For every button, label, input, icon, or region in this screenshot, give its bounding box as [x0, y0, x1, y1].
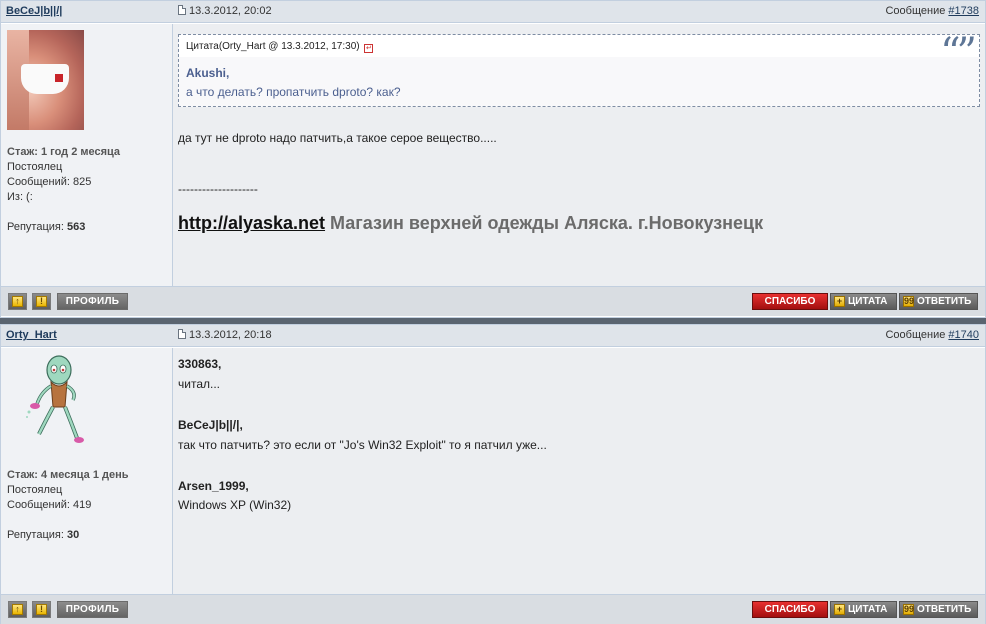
- arrow-up-icon: ↑: [12, 296, 23, 307]
- user-reputation: Репутация: 563: [7, 220, 120, 235]
- post-footer: ↑ ! ПРОФИЛЬ СПАСИБО + ЦИТАТА 99 ОТВЕТИТЬ: [1, 286, 985, 316]
- post-footer: ↑ ! ПРОФИЛЬ СПАСИБО + ЦИТАТА 99 ОТВЕТИТЬ: [1, 594, 985, 624]
- reputation-value: 30: [66, 529, 80, 541]
- mention[interactable]: 330863,: [178, 357, 221, 371]
- reply-button-label: ОТВЕТИТЬ: [917, 296, 972, 307]
- signature: http://alyaska.net Магазин верхней одежд…: [178, 213, 763, 234]
- profile-button[interactable]: ПРОФИЛЬ: [57, 293, 128, 310]
- post-header: Orty_Hart 13.3.2012, 20:18 Сообщение #17…: [1, 325, 985, 347]
- post-date-text: 13.3.2012, 20:02: [189, 5, 272, 17]
- quote-block: Цитата(Orty_Hart @ 13.3.2012, 17:30) ↵ “…: [178, 30, 980, 107]
- user-info: Стаж: 4 месяца 1 день Постоялец Сообщени…: [7, 468, 129, 543]
- user-tenure: Стаж: 1 год 2 месяца: [7, 146, 121, 158]
- post-number-label: Сообщение: [885, 5, 949, 17]
- exclamation-icon: !: [36, 296, 47, 307]
- author-name[interactable]: Orty_Hart: [6, 329, 57, 341]
- mention[interactable]: Arsen_1999,: [178, 479, 249, 493]
- document-icon: [178, 5, 186, 15]
- plus-icon: +: [834, 296, 845, 307]
- quote-back-icon[interactable]: ↵: [364, 44, 374, 53]
- post-number: Сообщение #1740: [885, 329, 979, 341]
- quote-button[interactable]: + ЦИТАТА: [830, 293, 897, 310]
- reply-button-label: ОТВЕТИТЬ: [917, 604, 972, 615]
- reply-button[interactable]: 99 ОТВЕТИТЬ: [899, 601, 978, 618]
- post-1740: Orty_Hart 13.3.2012, 20:18 Сообщение #17…: [0, 324, 986, 624]
- author-name[interactable]: BeCeJ|b||/|: [6, 5, 62, 17]
- post-number: Сообщение #1738: [885, 5, 979, 17]
- user-rank: Постоялец: [7, 161, 63, 173]
- plus-icon: +: [834, 604, 845, 615]
- post-number-label: Сообщение: [885, 329, 949, 341]
- scroll-up-button[interactable]: ↑: [8, 601, 27, 618]
- quote-marks-icon: 99: [903, 604, 915, 615]
- arrow-up-icon: ↑: [12, 604, 23, 615]
- reputation-label: Репутация:: [7, 529, 67, 541]
- reply-button[interactable]: 99 ОТВЕТИТЬ: [899, 293, 978, 310]
- post-date-text: 13.3.2012, 20:18: [189, 329, 272, 341]
- user-sidebar: Стаж: 1 год 2 месяца Постоялец Сообщений…: [1, 24, 173, 286]
- reputation-label: Репутация:: [7, 221, 67, 233]
- quote-author: Akushi,: [186, 66, 230, 80]
- quote-header: Цитата(Orty_Hart @ 13.3.2012, 17:30) ↵: [179, 35, 979, 57]
- report-button[interactable]: !: [32, 601, 51, 618]
- quote-marks-icon: 99: [903, 296, 915, 307]
- user-messages: Сообщений: 825: [7, 176, 92, 188]
- user-tenure: Стаж: 4 месяца 1 день: [7, 469, 129, 481]
- post-body: 330863, читал... BeCeJ|b||/|, так что па…: [173, 348, 985, 594]
- post-date: 13.3.2012, 20:18: [178, 329, 272, 341]
- user-messages: Сообщений: 419: [7, 499, 92, 511]
- signature-text: Магазин верхней одежды Аляска. г.Новокуз…: [325, 213, 764, 233]
- post-text: да тут не dproto надо патчить,а такое се…: [178, 131, 497, 145]
- exclamation-icon: !: [36, 604, 47, 615]
- profile-button[interactable]: ПРОФИЛЬ: [57, 601, 128, 618]
- quote-button-label: ЦИТАТА: [848, 604, 888, 615]
- user-reputation: Репутация: 30: [7, 528, 129, 543]
- quote-button-label: ЦИТАТА: [848, 296, 888, 307]
- thanks-button[interactable]: СПАСИБО: [752, 601, 828, 618]
- reply-text: так что патчить? это если от "Jo's Win32…: [178, 438, 547, 452]
- avatar: [26, 355, 84, 443]
- signature-separator: --------------------: [178, 182, 258, 196]
- user-sidebar: Стаж: 4 месяца 1 день Постоялец Сообщени…: [1, 348, 173, 594]
- avatar: [7, 30, 84, 130]
- thanks-button[interactable]: СПАСИБО: [752, 293, 828, 310]
- signature-link[interactable]: http://alyaska.net: [178, 213, 325, 233]
- quote-marks-icon: “”: [940, 30, 977, 76]
- post-number-link[interactable]: #1740: [948, 329, 979, 341]
- user-info: Стаж: 1 год 2 месяца Постоялец Сообщений…: [7, 145, 120, 235]
- post-header: BeCeJ|b||/| 13.3.2012, 20:02 Сообщение #…: [1, 1, 985, 23]
- post-number-link[interactable]: #1738: [948, 5, 979, 17]
- mention[interactable]: BeCeJ|b||/|,: [178, 418, 243, 432]
- report-button[interactable]: !: [32, 293, 51, 310]
- document-icon: [178, 329, 186, 339]
- reply-text: читал...: [178, 377, 220, 391]
- post-body: Цитата(Orty_Hart @ 13.3.2012, 17:30) ↵ “…: [173, 24, 985, 286]
- reply-text: Windows XP (Win32): [178, 498, 292, 512]
- reputation-value: 563: [66, 221, 86, 233]
- quote-button[interactable]: + ЦИТАТА: [830, 601, 897, 618]
- quote-text: а что делать? пропатчить dproto? как?: [186, 85, 401, 99]
- post-date: 13.3.2012, 20:02: [178, 5, 272, 17]
- scroll-up-button[interactable]: ↑: [8, 293, 27, 310]
- user-rank: Постоялец: [7, 484, 63, 496]
- post-1738: BeCeJ|b||/| 13.3.2012, 20:02 Сообщение #…: [0, 0, 986, 318]
- quote-source: Цитата(Orty_Hart @ 13.3.2012, 17:30): [186, 41, 360, 52]
- user-from: Из: (:: [7, 191, 33, 203]
